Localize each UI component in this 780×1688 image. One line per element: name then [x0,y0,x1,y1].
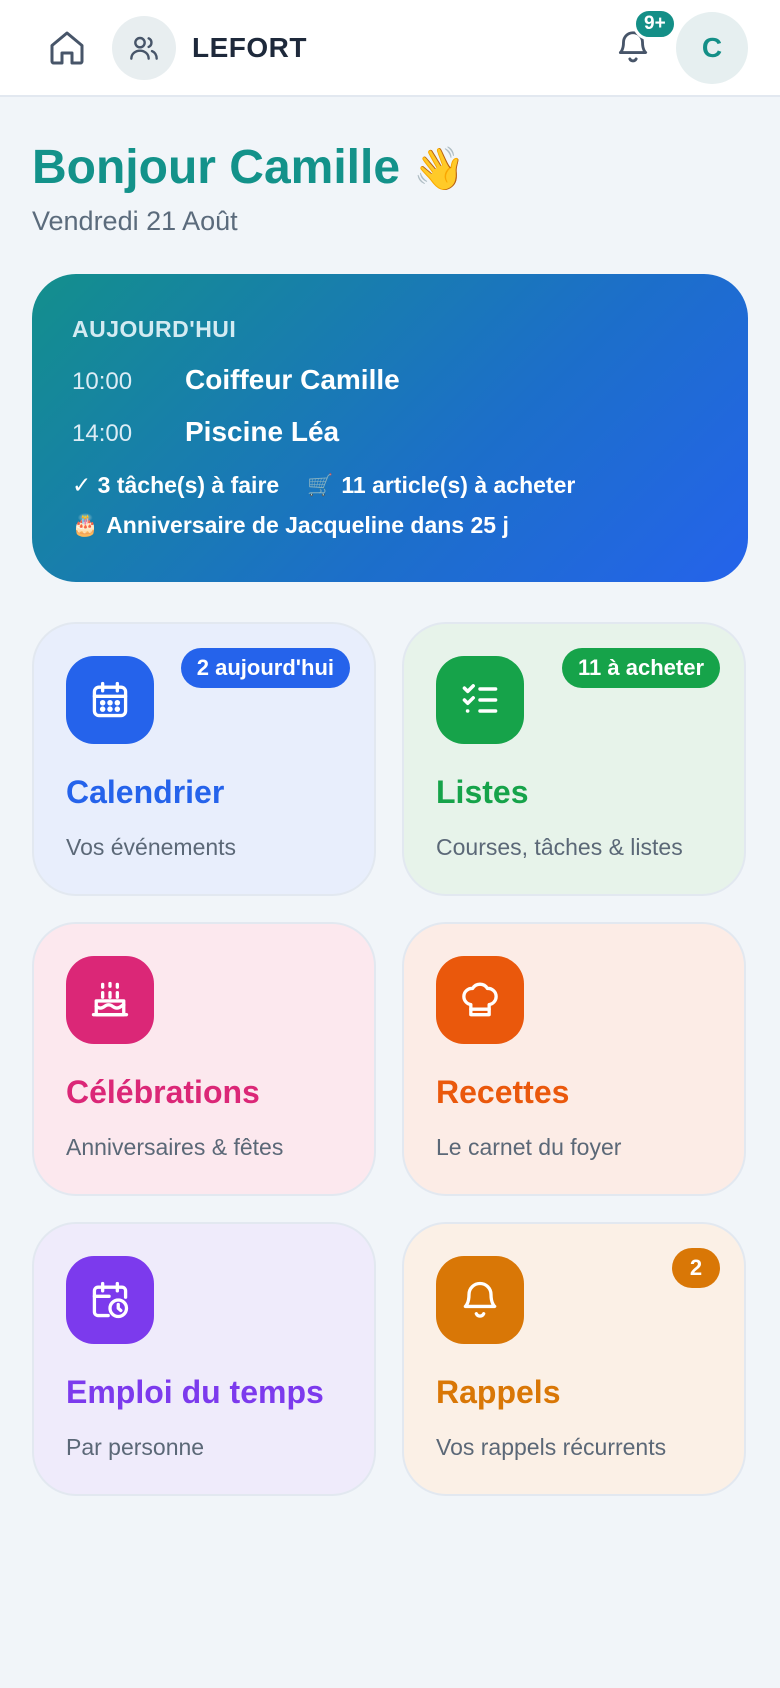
top-bar: LEFORT 9+ C [0,0,780,97]
notifications-badge: 9+ [633,8,677,40]
cake-icon [66,956,154,1044]
tasks-count: ✓ 3 tâche(s) à faire [72,472,280,498]
bell-icon [436,1256,524,1344]
tile-title: Rappels [436,1374,561,1410]
tile-schedule[interactable]: Emploi du temps Par personne [32,1222,376,1496]
shopping-cart-icon: 🛒 [307,473,334,497]
today-events-badge: 2 aujourd'hui [180,648,350,688]
users-icon [130,36,158,60]
home-icon [50,31,84,65]
tile-title: Célébrations [66,1074,260,1110]
event-title: Coiffeur Camille [185,364,400,395]
family-name: LEFORT [192,32,307,63]
birthday-reminder: 🎂 Anniversaire de Jacqueline dans 25 j [72,512,509,539]
tile-subtitle: Le carnet du foyer [436,1134,622,1160]
tile-subtitle: Courses, tâches & listes [436,834,683,860]
tile-subtitle: Vos événements [66,834,237,860]
tile-subtitle: Vos rappels récurrents [436,1434,667,1460]
event-time: 14:00 [72,420,133,447]
chef-hat-icon [436,956,524,1044]
shopping-count: 11 article(s) à acheter [341,472,576,498]
greeting-text: Bonjour Camille [32,141,401,194]
tile-subtitle: Anniversaires & fêtes [66,1134,284,1160]
page-title: Bonjour Camille 👋 [32,140,466,195]
waving-hand-icon: 👋 [413,145,466,192]
avatar[interactable]: C [676,12,748,84]
today-summary-card[interactable]: AUJOURD'HUI 10:00 Coiffeur Camille 14:00… [32,274,748,582]
tile-title: Emploi du temps [66,1374,324,1410]
tile-reminders[interactable]: 2 Rappels Vos rappels récurrents [402,1222,746,1496]
reminders-badge: 2 [672,1248,720,1288]
today-counters: ✓ 3 tâche(s) à faire 🛒 11 article(s) à a… [72,472,575,499]
tile-title: Recettes [436,1074,570,1110]
calendar-clock-icon [66,1256,154,1344]
event-row[interactable]: 10:00 Coiffeur Camille [72,364,400,396]
calendar-icon [66,656,154,744]
event-title: Piscine Léa [185,416,340,447]
current-date: Vendredi 21 Août [32,206,238,236]
birthday-cake-icon: 🎂 [72,513,99,537]
today-label: AUJOURD'HUI [72,316,237,342]
event-row[interactable]: 14:00 Piscine Léa [72,416,339,448]
event-time: 10:00 [72,368,133,395]
tile-calendar[interactable]: 2 aujourd'hui Calendrier Vos événements [32,622,376,896]
birthday-text: Anniversaire de Jacqueline dans 25 j [106,512,509,538]
checklist-icon [436,656,524,744]
tile-subtitle: Par personne [66,1434,205,1460]
shopping-badge: 11 à acheter [562,648,720,688]
home-button[interactable] [43,24,91,72]
tile-title: Listes [436,774,529,810]
tile-lists[interactable]: 11 à acheter Listes Courses, tâches & li… [402,622,746,896]
tile-celebrations[interactable]: Célébrations Anniversaires & fêtes [32,922,376,1196]
tile-title: Calendrier [66,774,225,810]
family-switcher-button[interactable] [112,16,176,80]
tile-recipes[interactable]: Recettes Le carnet du foyer [402,922,746,1196]
